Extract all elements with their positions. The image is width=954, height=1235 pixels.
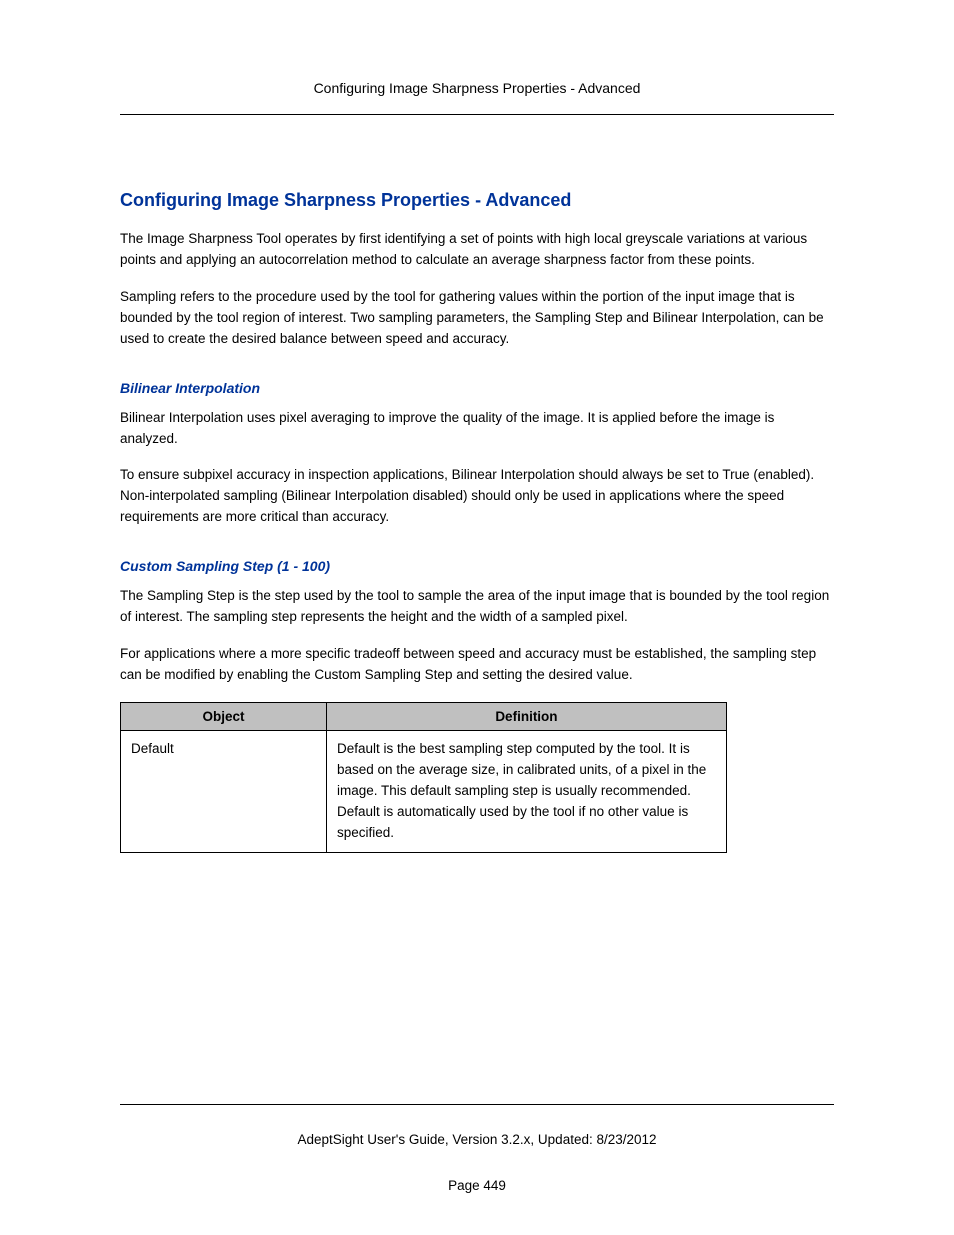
bilinear-paragraph-1: Bilinear Interpolation uses pixel averag…: [120, 408, 834, 450]
running-title: Configuring Image Sharpness Properties -…: [314, 80, 641, 96]
footer-divider: [120, 1104, 834, 1105]
table-header-definition: Definition: [327, 702, 727, 730]
custom-sampling-heading: Custom Sampling Step (1 - 100): [120, 558, 834, 574]
bilinear-paragraph-2: To ensure subpixel accuracy in inspectio…: [120, 465, 834, 528]
intro-paragraph-1: The Image Sharpness Tool operates by fir…: [120, 229, 834, 271]
table-row: Default Default is the best sampling ste…: [121, 730, 727, 852]
page-header: Configuring Image Sharpness Properties -…: [120, 80, 834, 115]
table-cell-definition: Default is the best sampling step comput…: [327, 730, 727, 852]
bilinear-interpolation-heading: Bilinear Interpolation: [120, 380, 834, 396]
table-cell-object: Default: [121, 730, 327, 852]
table-header-row: Object Definition: [121, 702, 727, 730]
intro-paragraph-2: Sampling refers to the procedure used by…: [120, 287, 834, 350]
footer-guide-info: AdeptSight User's Guide, Version 3.2.x, …: [0, 1132, 954, 1147]
page-number: Page 449: [0, 1178, 954, 1193]
definition-table: Object Definition Default Default is the…: [120, 702, 727, 853]
table-header-object: Object: [121, 702, 327, 730]
page-title: Configuring Image Sharpness Properties -…: [120, 190, 834, 211]
sampling-paragraph-1: The Sampling Step is the step used by th…: [120, 586, 834, 628]
sampling-paragraph-2: For applications where a more specific t…: [120, 644, 834, 686]
